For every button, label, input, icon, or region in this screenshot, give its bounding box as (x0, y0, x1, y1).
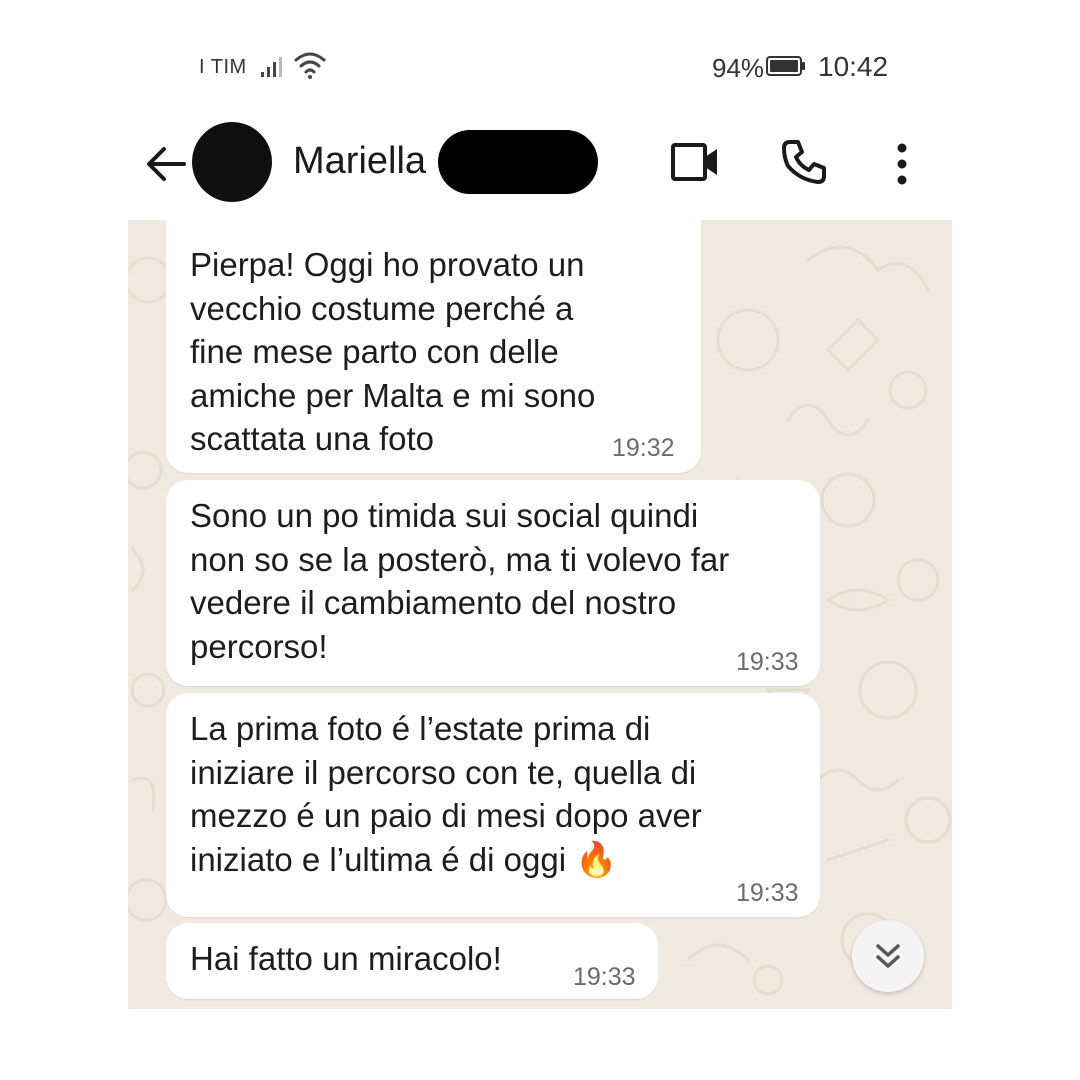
contact-avatar[interactable] (192, 122, 272, 202)
more-vert-icon[interactable] (890, 142, 914, 186)
message-text-content: La prima foto é l’estate prima di inizia… (190, 710, 702, 878)
carrier-name: I TIM (199, 56, 247, 78)
message-text: Hai fatto un miracolo! (190, 940, 502, 977)
double-chevron-down-icon (876, 944, 900, 968)
chat-header: Mariella (128, 118, 952, 218)
battery-percentage: 94% (712, 53, 765, 83)
fire-emoji: 🔥 (575, 840, 618, 879)
signal-icon (261, 57, 282, 77)
chat-area[interactable]: Pierpa! Oggi ho provato un vecchio costu… (128, 220, 952, 1009)
message-text: Pierpa! Oggi ho provato un vecchio costu… (190, 246, 596, 457)
phone-call-icon[interactable] (780, 138, 828, 186)
battery-icon (766, 56, 805, 76)
video-call-icon[interactable] (670, 142, 720, 182)
message-bubble[interactable]: Sono un po timida sui social quindi non … (166, 480, 820, 686)
scroll-to-bottom-button[interactable] (852, 920, 924, 992)
message-text: Sono un po timida sui social quindi non … (190, 497, 730, 665)
message-bubble[interactable]: La prima foto é l’estate prima di inizia… (166, 693, 820, 917)
contact-name[interactable]: Mariella (293, 140, 426, 183)
message-text: La prima foto é l’estate prima di inizia… (190, 707, 702, 882)
message-time: 19:33 (736, 879, 799, 907)
status-bar: I TIM 94% 10:42 (0, 0, 1080, 120)
message-bubble[interactable]: Hai fatto un miracolo! 19:33 (166, 923, 658, 999)
status-clock: 10:42 (818, 51, 889, 82)
message-bubble[interactable]: Pierpa! Oggi ho provato un vecchio costu… (166, 220, 701, 473)
message-time: 19:33 (736, 648, 799, 676)
back-arrow-icon[interactable] (144, 142, 188, 186)
message-time: 19:33 (573, 963, 636, 991)
wifi-icon (294, 52, 326, 79)
message-time: 19:32 (612, 434, 675, 462)
redacted-surname (438, 130, 598, 194)
